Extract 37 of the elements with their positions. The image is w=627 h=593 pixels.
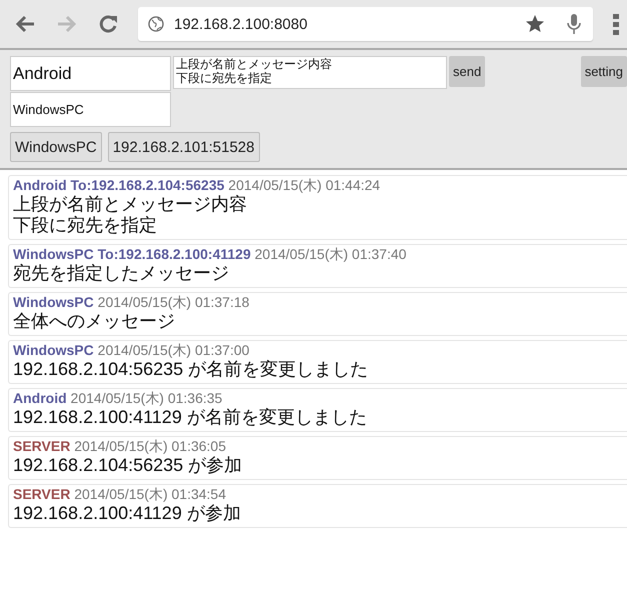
message-time: 2014/05/15(木) 01:36:35 <box>70 390 222 406</box>
setting-button[interactable]: setting <box>580 56 627 87</box>
address-bar[interactable]: 192.168.2.100:8080 <box>138 7 593 41</box>
message-text: 192.168.2.100:41129 が参加 <box>13 503 241 524</box>
message-sender: WindowsPC <box>13 342 94 358</box>
message-time: 2014/05/15(木) 01:37:18 <box>98 294 250 310</box>
message-time: 2014/05/15(木) 01:37:40 <box>254 246 406 262</box>
message-sender: SERVER <box>13 486 70 502</box>
microphone-icon[interactable] <box>567 13 581 35</box>
reload-icon[interactable] <box>98 14 118 34</box>
message-time: 2014/05/15(木) 01:37:00 <box>98 342 250 358</box>
message-sender: Android To:192.168.2.104:56235 <box>13 177 224 193</box>
back-icon[interactable] <box>14 14 36 34</box>
message-field[interactable]: 上段が名前とメッセージ内容 下段に宛先を指定 <box>173 56 447 89</box>
message-text: 宛先を指定したメッセージ <box>13 263 229 284</box>
message-text: 192.168.2.104:56235 が参加 <box>13 455 242 476</box>
message-sender: WindowsPC To:192.168.2.100:41129 <box>13 246 251 262</box>
destination-field[interactable]: WindowsPC <box>10 92 171 127</box>
message-time: 2014/05/15(木) 01:44:24 <box>228 177 380 193</box>
recipient-button[interactable]: WindowsPC <box>10 132 102 162</box>
message-sender: WindowsPC <box>13 294 94 310</box>
message-sender: SERVER <box>13 438 70 454</box>
message-text: 上段が名前とメッセージ内容 <box>13 194 247 215</box>
name-field[interactable]: Android <box>10 56 171 91</box>
url-text: 192.168.2.100:8080 <box>174 16 308 32</box>
message-text: 192.168.2.100:41129 が名前を変更しました <box>13 407 367 428</box>
message-time: 2014/05/15(木) 01:34:54 <box>74 486 226 502</box>
send-button[interactable]: send <box>449 56 486 87</box>
star-icon[interactable] <box>525 14 545 34</box>
recipient-button[interactable]: 192.168.2.101:51528 <box>108 132 260 162</box>
message-text: 全体へのメッセージ <box>13 311 175 332</box>
message-sender: Android <box>13 390 67 406</box>
globe-icon <box>148 16 164 32</box>
message-time: 2014/05/15(木) 01:36:05 <box>74 438 226 454</box>
menu-icon[interactable] <box>613 13 619 35</box>
message-text: 下段に宛先を指定 <box>13 215 157 236</box>
message-text: 192.168.2.104:56235 が名前を変更しました <box>13 359 368 380</box>
